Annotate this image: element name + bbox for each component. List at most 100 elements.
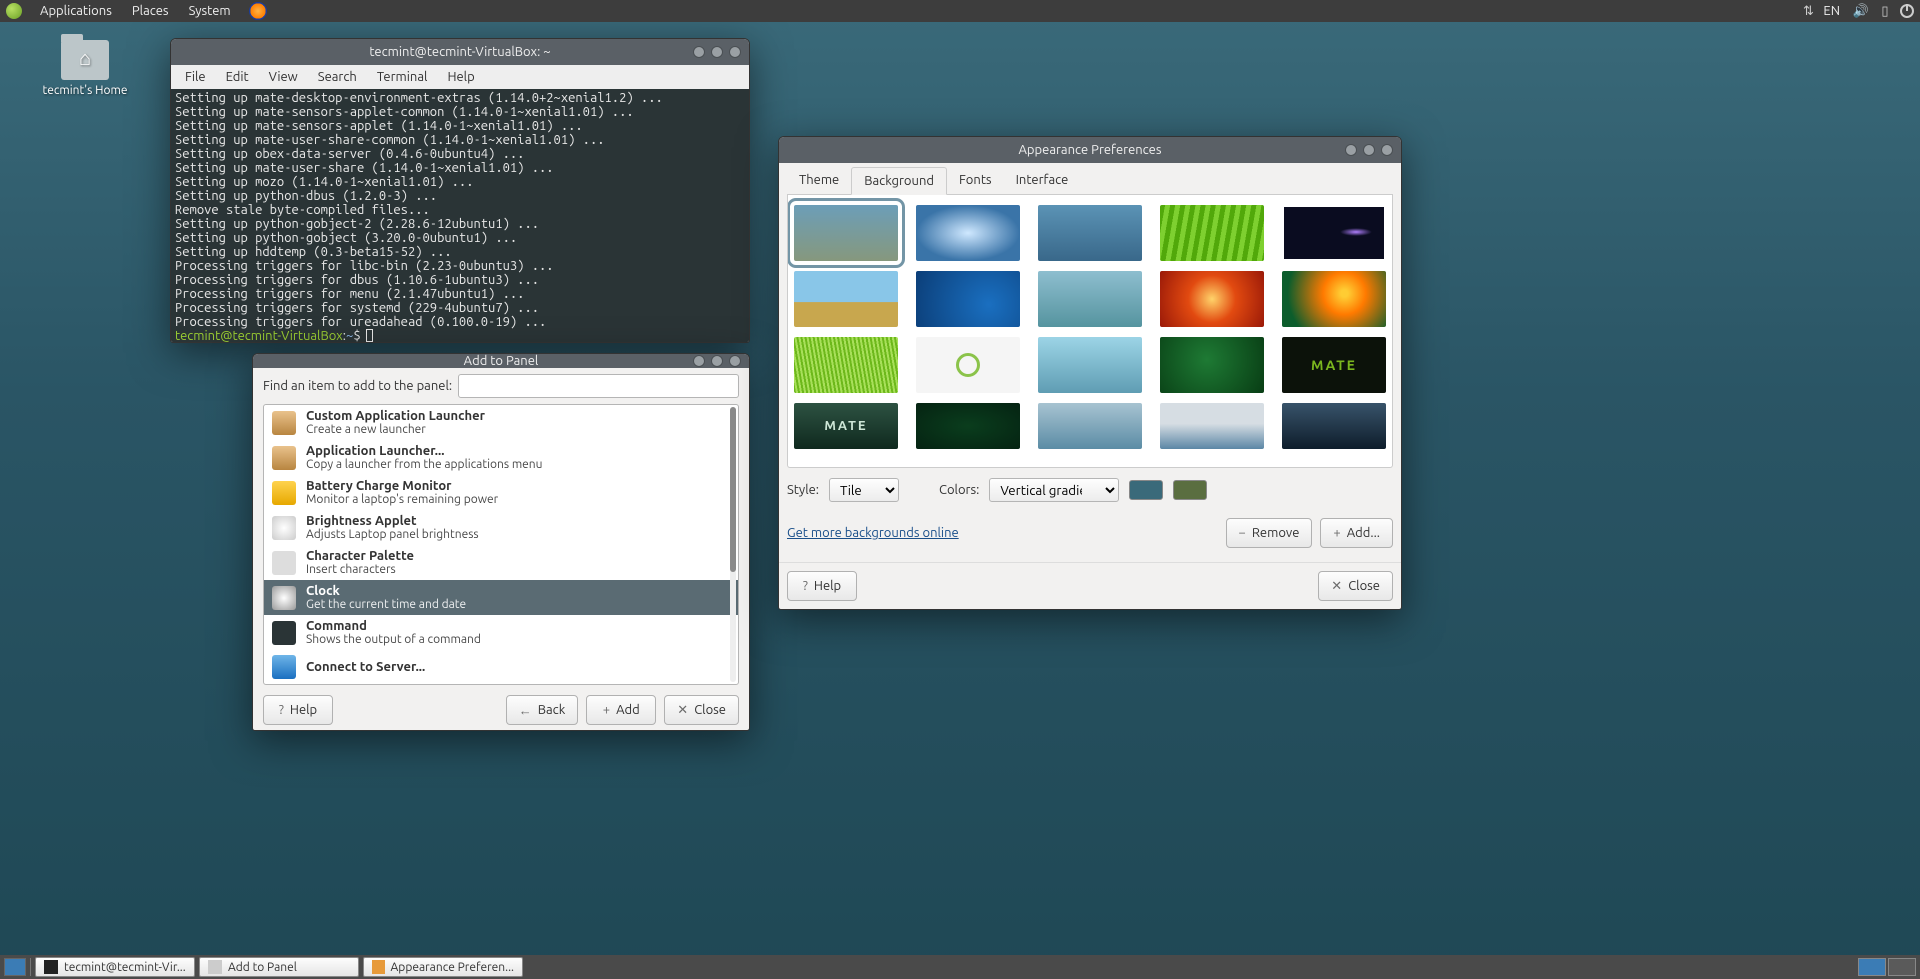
brightness-icon	[272, 516, 296, 540]
applet-row[interactable]: Application Launcher...Copy a launcher f…	[264, 440, 738, 475]
menu-applications[interactable]: Applications	[30, 4, 122, 18]
maximize-icon[interactable]	[1363, 144, 1375, 156]
applet-row[interactable]: Brightness AppletAdjusts Laptop panel br…	[264, 510, 738, 545]
mate-logo-icon[interactable]	[6, 3, 22, 19]
applet-row[interactable]: Battery Charge MonitorMonitor a laptop's…	[264, 475, 738, 510]
term-menu-edit[interactable]: Edit	[216, 70, 259, 84]
taskbar-item-addpanel[interactable]: Add to Panel	[199, 957, 359, 977]
remove-button[interactable]: −Remove	[1226, 518, 1313, 548]
close-icon[interactable]	[729, 46, 741, 58]
menu-places[interactable]: Places	[122, 4, 179, 18]
help-icon: ?	[279, 703, 284, 717]
tab-fonts[interactable]: Fonts	[947, 167, 1004, 195]
addpanel-titlebar[interactable]: Add to Panel	[253, 354, 749, 368]
wallpaper-thumb[interactable]	[1282, 205, 1386, 261]
top-panel: Applications Places System ⇅ EN 🔊 ▯	[0, 0, 1920, 22]
term-menu-view[interactable]: View	[259, 70, 308, 84]
firefox-icon[interactable]	[249, 2, 267, 20]
wallpaper-thumb[interactable]	[1160, 403, 1264, 449]
term-menu-terminal[interactable]: Terminal	[367, 70, 438, 84]
taskbar-item-terminal[interactable]: tecmint@tecmint-Vir...	[35, 957, 195, 977]
wallpaper-thumb[interactable]	[1282, 337, 1386, 393]
terminal-window: tecmint@tecmint-VirtualBox: ~ File Edit …	[170, 38, 750, 343]
battery-icon	[272, 481, 296, 505]
term-menu-help[interactable]: Help	[437, 70, 484, 84]
appearance-window: Appearance Preferences Theme Background …	[778, 136, 1402, 610]
applet-row[interactable]: Character PaletteInsert characters	[264, 545, 738, 580]
tab-interface[interactable]: Interface	[1004, 167, 1081, 195]
volume-icon[interactable]: 🔊	[1852, 2, 1870, 20]
maximize-icon[interactable]	[711, 46, 723, 58]
applet-desc: Copy a launcher from the applications me…	[306, 458, 730, 471]
maximize-icon[interactable]	[711, 355, 723, 367]
keyboard-lang[interactable]: EN	[1823, 4, 1840, 18]
show-desktop-icon[interactable]	[4, 958, 26, 976]
applet-title: Command	[306, 619, 730, 633]
colors-select[interactable]: Vertical gradient	[989, 478, 1119, 502]
term-menu-file[interactable]: File	[175, 70, 216, 84]
appearance-titlebar[interactable]: Appearance Preferences	[779, 137, 1401, 163]
scrollbar[interactable]	[730, 407, 736, 682]
wallpaper-thumb[interactable]	[794, 271, 898, 327]
close-icon[interactable]	[729, 355, 741, 367]
applet-row[interactable]: Custom Application LauncherCreate a new …	[264, 405, 738, 440]
wallpaper-thumb[interactable]	[1038, 337, 1142, 393]
wallpaper-thumb[interactable]	[1038, 403, 1142, 449]
help-button[interactable]: ?Help	[263, 695, 333, 725]
workspace-2[interactable]	[1888, 958, 1916, 976]
connect-icon	[272, 655, 296, 679]
wallpaper-thumb[interactable]	[1160, 205, 1264, 261]
close-button[interactable]: ✕Close	[664, 695, 739, 725]
applet-row[interactable]: ClockGet the current time and date	[264, 580, 738, 615]
close-icon[interactable]	[1381, 144, 1393, 156]
color-swatch-primary[interactable]	[1129, 480, 1163, 500]
wallpaper-thumb[interactable]	[916, 205, 1020, 261]
help-icon: ?	[803, 579, 808, 593]
home-desktop-icon[interactable]: tecmint's Home	[40, 40, 130, 97]
back-button[interactable]: ←Back	[506, 695, 579, 725]
applet-title: Clock	[306, 584, 730, 598]
workspace-1[interactable]	[1858, 958, 1886, 976]
wallpaper-thumb[interactable]	[1038, 205, 1142, 261]
applet-list[interactable]: Custom Application LauncherCreate a new …	[263, 404, 739, 685]
wallpaper-thumb[interactable]	[794, 403, 898, 449]
plus-icon: +	[603, 703, 610, 717]
menu-system[interactable]: System	[179, 4, 241, 18]
wallpaper-thumb[interactable]	[1282, 271, 1386, 327]
find-label: Find an item to add to the panel:	[263, 379, 452, 393]
terminal-titlebar[interactable]: tecmint@tecmint-VirtualBox: ~	[171, 39, 749, 65]
workspace-switcher[interactable]	[1858, 958, 1916, 976]
power-icon[interactable]	[1900, 4, 1914, 18]
add-button[interactable]: +Add	[586, 695, 656, 725]
battery-tray-icon[interactable]: ▯	[1876, 2, 1894, 20]
more-backgrounds-link[interactable]: Get more backgrounds online	[787, 526, 959, 540]
taskbar-item-appearance[interactable]: Appearance Preferen...	[363, 957, 523, 977]
applet-row[interactable]: CommandShows the output of a command	[264, 615, 738, 650]
tab-theme[interactable]: Theme	[787, 167, 851, 195]
minimize-icon[interactable]	[693, 355, 705, 367]
wallpaper-thumb[interactable]	[794, 337, 898, 393]
wallpaper-thumb[interactable]	[916, 271, 1020, 327]
wallpaper-thumb[interactable]	[916, 403, 1020, 449]
add-wallpaper-button[interactable]: +Add...	[1320, 518, 1393, 548]
minimize-icon[interactable]	[1345, 144, 1357, 156]
applet-desc: Get the current time and date	[306, 598, 730, 611]
addpanel-task-icon	[208, 960, 222, 974]
color-swatch-secondary[interactable]	[1173, 480, 1207, 500]
wallpaper-thumb[interactable]	[1160, 337, 1264, 393]
wallpaper-thumb[interactable]	[1282, 403, 1386, 449]
wallpaper-thumb[interactable]	[916, 337, 1020, 393]
close-button[interactable]: ✕Close	[1318, 571, 1393, 601]
wallpaper-thumb[interactable]	[1038, 271, 1142, 327]
terminal-body[interactable]: Setting up mate-desktop-environment-extr…	[171, 89, 749, 342]
wallpaper-thumb[interactable]	[794, 205, 898, 261]
minimize-icon[interactable]	[693, 46, 705, 58]
style-select[interactable]: Tile	[829, 478, 899, 502]
tab-background[interactable]: Background	[851, 167, 947, 195]
term-menu-search[interactable]: Search	[308, 70, 367, 84]
applet-row[interactable]: Connect to Server...	[264, 650, 738, 684]
wallpaper-thumb[interactable]	[1160, 271, 1264, 327]
find-input[interactable]	[458, 374, 739, 398]
help-button[interactable]: ?Help	[787, 571, 857, 601]
nm-applet-icon[interactable]: ⇅	[1799, 2, 1817, 20]
